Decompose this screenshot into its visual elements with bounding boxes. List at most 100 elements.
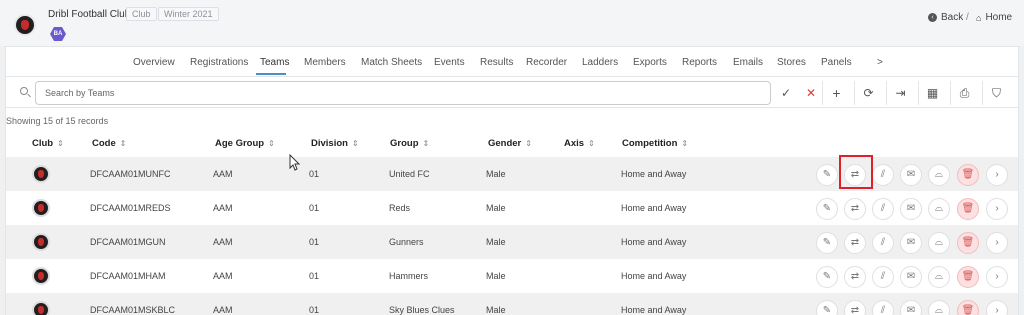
tab-emails[interactable]: Emails [733,57,763,68]
transfer-icon[interactable]: ⇄ [844,198,866,220]
cell-division: 01 [309,305,320,315]
col-gender[interactable]: Gender ⇕ [488,138,532,149]
tab-registrations[interactable]: Registrations [190,57,248,68]
club-tag: Club [126,7,157,21]
search-toolbar: ✓ ✕ + ⟳ ⇥ ▦ ⎙ ⛉ [6,78,1018,108]
cell-division: 01 [309,203,320,213]
table-row[interactable]: DFCAAM01MUNFC AAM 01 United FC Male Home and … [6,155,1018,191]
club-name: Dribl Football Club [48,9,131,20]
cell-competition: Home and Away [621,305,687,315]
trash-icon[interactable]: 🗑 [957,300,979,315]
tab-results[interactable]: Results [480,57,513,68]
highlight-box [839,155,873,189]
tab-exports[interactable]: Exports [633,57,667,68]
chevron-right-icon[interactable]: › [986,164,1008,186]
refresh-icon[interactable]: ⟳ [854,81,882,105]
edit-icon[interactable]: ✎ [816,266,838,288]
col-axis[interactable]: Axis ⇕ [564,138,595,149]
transfer-icon[interactable]: ⇄ [844,266,866,288]
unlink-icon[interactable]: ⫽ [872,232,894,254]
breadcrumb-separator: / [966,12,969,23]
trash-icon[interactable]: 🗑 [957,266,979,288]
search-icon [20,87,28,95]
mail-icon[interactable]: ✉ [900,164,922,186]
tab-panels[interactable]: Panels [821,57,852,68]
edit-icon[interactable]: ✎ [816,232,838,254]
export-icon[interactable]: ⇥ [886,81,914,105]
pdf-icon[interactable]: ⎙ [950,81,978,105]
search-input[interactable] [35,81,771,105]
col-competition[interactable]: Competition ⇕ [622,138,688,149]
boot-icon[interactable]: ⌓ [928,232,950,254]
clear-x-icon[interactable]: ✕ [797,81,825,105]
mail-icon[interactable]: ✉ [900,198,922,220]
apply-check-icon[interactable]: ✓ [772,81,800,105]
chevron-right-icon[interactable]: › [986,198,1008,220]
trash-icon[interactable]: 🗑 [957,232,979,254]
col-age-group[interactable]: Age Group ⇕ [215,138,275,149]
boot-icon[interactable]: ⌓ [928,300,950,315]
mail-icon[interactable]: ✉ [900,266,922,288]
cell-gender: Male [486,305,506,315]
cell-gender: Male [486,169,506,179]
transfer-icon[interactable]: ⇄ [844,232,866,254]
chevron-right-icon[interactable]: › [986,266,1008,288]
edit-icon[interactable]: ✎ [816,198,838,220]
cell-division: 01 [309,271,320,281]
cell-age-group: AAM [213,271,233,281]
table-row[interactable]: DFCAAM01MHAM AAM 01 Hammers Male Home and Awa… [6,259,1018,293]
chevron-right-icon[interactable]: › [986,232,1008,254]
trash-icon[interactable]: 🗑 [957,198,979,220]
mail-icon[interactable]: ✉ [900,232,922,254]
col-club[interactable]: Club ⇕ [32,138,64,149]
home-link[interactable]: ⌂ Home [976,12,1012,23]
cell-age-group: AAM [213,169,233,179]
table-row[interactable]: DFCAAM01MSKBLC AAM 01 Sky Blues Clues Male Ho… [6,293,1018,315]
home-label: Home [985,12,1013,23]
transfer-icon[interactable]: ⇄ [844,300,866,315]
col-group[interactable]: Group ⇕ [390,138,429,149]
table-header: Club ⇕ Code ⇕ Age Group ⇕ Division ⇕ Group ⇕ … [6,133,1018,155]
tab-overview[interactable]: Overview [133,57,175,68]
add-plus-icon[interactable]: + [822,81,850,105]
unlink-icon[interactable]: ⫽ [872,164,894,186]
unlink-icon[interactable]: ⫽ [872,300,894,315]
club-logo [32,267,50,285]
club-logo [32,165,50,183]
club-logo [32,233,50,251]
tab-match-sheets[interactable]: Match Sheets [361,57,422,68]
tab-reports[interactable]: Reports [682,57,717,68]
col-code[interactable]: Code ⇕ [92,138,126,149]
sort-icon: ⇕ [422,139,430,148]
back-link[interactable]: ‹ Back [928,12,963,23]
table-row[interactable]: DFCAAM01MGUN AAM 01 Gunners Male Home and Awa… [6,225,1018,259]
tab-members[interactable]: Members [304,57,346,68]
boot-icon[interactable]: ⌓ [928,198,950,220]
app-header: Dribl Football Club Club Winter 2021 BA … [0,0,1024,46]
ba-badge: BA [50,27,66,41]
unlink-icon[interactable]: ⫽ [872,266,894,288]
cell-code: DFCAAM01MSKBLC [90,305,176,315]
col-division[interactable]: Division ⇕ [311,138,359,149]
tab-bar: Overview Registrations Teams Members Mat… [6,47,1018,77]
unlink-icon[interactable]: ⫽ [872,198,894,220]
trash-icon[interactable]: 🗑 [957,164,979,186]
table-row[interactable]: DFCAAM01MREDS AAM 01 Reds Male Home and Away ✎… [6,191,1018,225]
tab-more-chevron-icon[interactable]: > [877,57,883,68]
edit-icon[interactable]: ✎ [816,300,838,315]
grid-export-icon[interactable]: ▦ [918,81,946,105]
edit-icon[interactable]: ✎ [816,164,838,186]
tab-stores[interactable]: Stores [777,57,806,68]
tab-ladders[interactable]: Ladders [582,57,618,68]
club-logo [32,199,50,217]
boot-icon[interactable]: ⌓ [928,164,950,186]
mail-icon[interactable]: ✉ [900,300,922,315]
tab-teams[interactable]: Teams [260,57,289,68]
main-panel: Overview Registrations Teams Members Mat… [5,46,1019,315]
chevron-right-icon[interactable]: › [986,300,1008,315]
filter-icon[interactable]: ⛉ [982,81,1010,105]
tab-events[interactable]: Events [434,57,465,68]
boot-icon[interactable]: ⌓ [928,266,950,288]
sort-icon: ⇕ [681,139,689,148]
tab-recorder[interactable]: Recorder [526,57,567,68]
